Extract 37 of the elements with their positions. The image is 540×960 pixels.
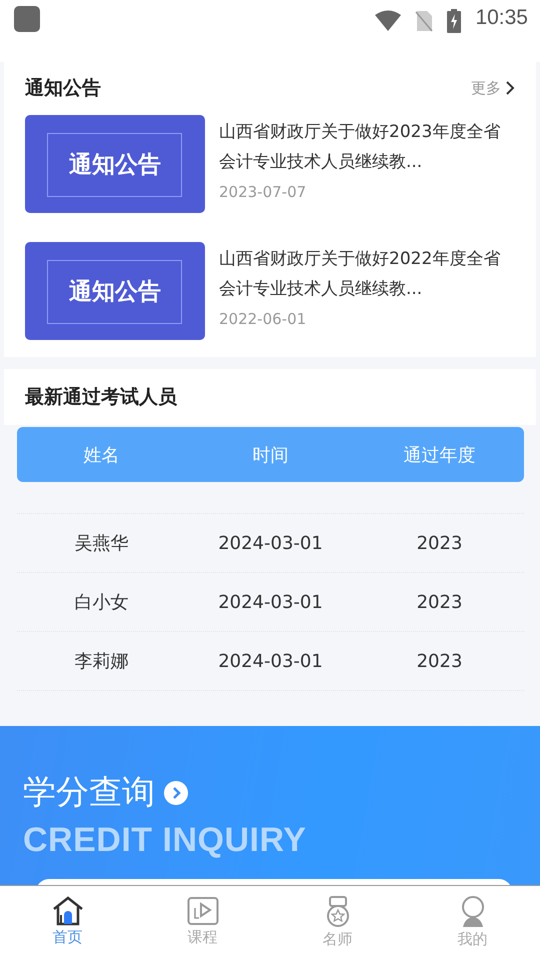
- table-cell-text: 吴燕华: [74, 532, 130, 555]
- no-sim-icon: [415, 10, 434, 32]
- banner-title: 学分查询: [23, 771, 155, 813]
- column-header: 通过年度: [402, 444, 476, 466]
- column-header: 时间: [252, 444, 290, 466]
- notice-thumbnail[interactable]: 通知公告: [25, 115, 205, 213]
- table-cell-text: 2024-03-01: [217, 532, 324, 554]
- table-cell-text: 2024-03-01: [217, 592, 324, 612]
- wifi-icon: [375, 10, 402, 32]
- table-cell-text: 白小女: [74, 591, 130, 614]
- notice-title[interactable]: 山西省财政厅关于做好2023年度全省会计专业技术人员继续教...: [219, 117, 515, 177]
- more-link[interactable]: 更多: [471, 78, 501, 98]
- table-cell-text: 2023: [416, 532, 464, 554]
- app-icon: [14, 6, 40, 32]
- table-cell-text: 2023: [416, 650, 464, 672]
- chevron-right-icon: [505, 80, 515, 96]
- column-header: 姓名: [82, 444, 120, 466]
- notice-title[interactable]: 山西省财政厅关于做好2022年度全省会计专业技术人员继续教...: [219, 244, 515, 304]
- notice-date: 2023-07-07: [219, 183, 308, 201]
- tab[interactable]: 名师: [270, 886, 405, 960]
- notice-date: 2022-06-01: [219, 310, 308, 328]
- battery-icon: [447, 9, 462, 33]
- notice-thumbnail[interactable]: 通知公告: [25, 242, 205, 340]
- section-title: 最新通过考试人员: [25, 385, 177, 410]
- table-cell-text: 2024-03-01: [217, 650, 324, 672]
- home-icon: [52, 896, 84, 926]
- tab[interactable]: 我的: [405, 886, 540, 960]
- table-cell-text: 2023: [416, 592, 464, 612]
- credit-banner[interactable]: 学分查询 CREDIT INQUIRY: [0, 726, 540, 885]
- arrow-circle-icon: [163, 780, 189, 806]
- section-title: 通知公告: [25, 76, 101, 101]
- tab[interactable]: 首页: [0, 886, 135, 960]
- table-cell-text: 李莉娜: [74, 650, 130, 673]
- video-icon: [186, 896, 218, 926]
- tab[interactable]: 课程: [135, 886, 270, 960]
- status-time: 10:35: [475, 6, 528, 30]
- banner-subtitle: CREDIT INQUIRY: [23, 821, 308, 860]
